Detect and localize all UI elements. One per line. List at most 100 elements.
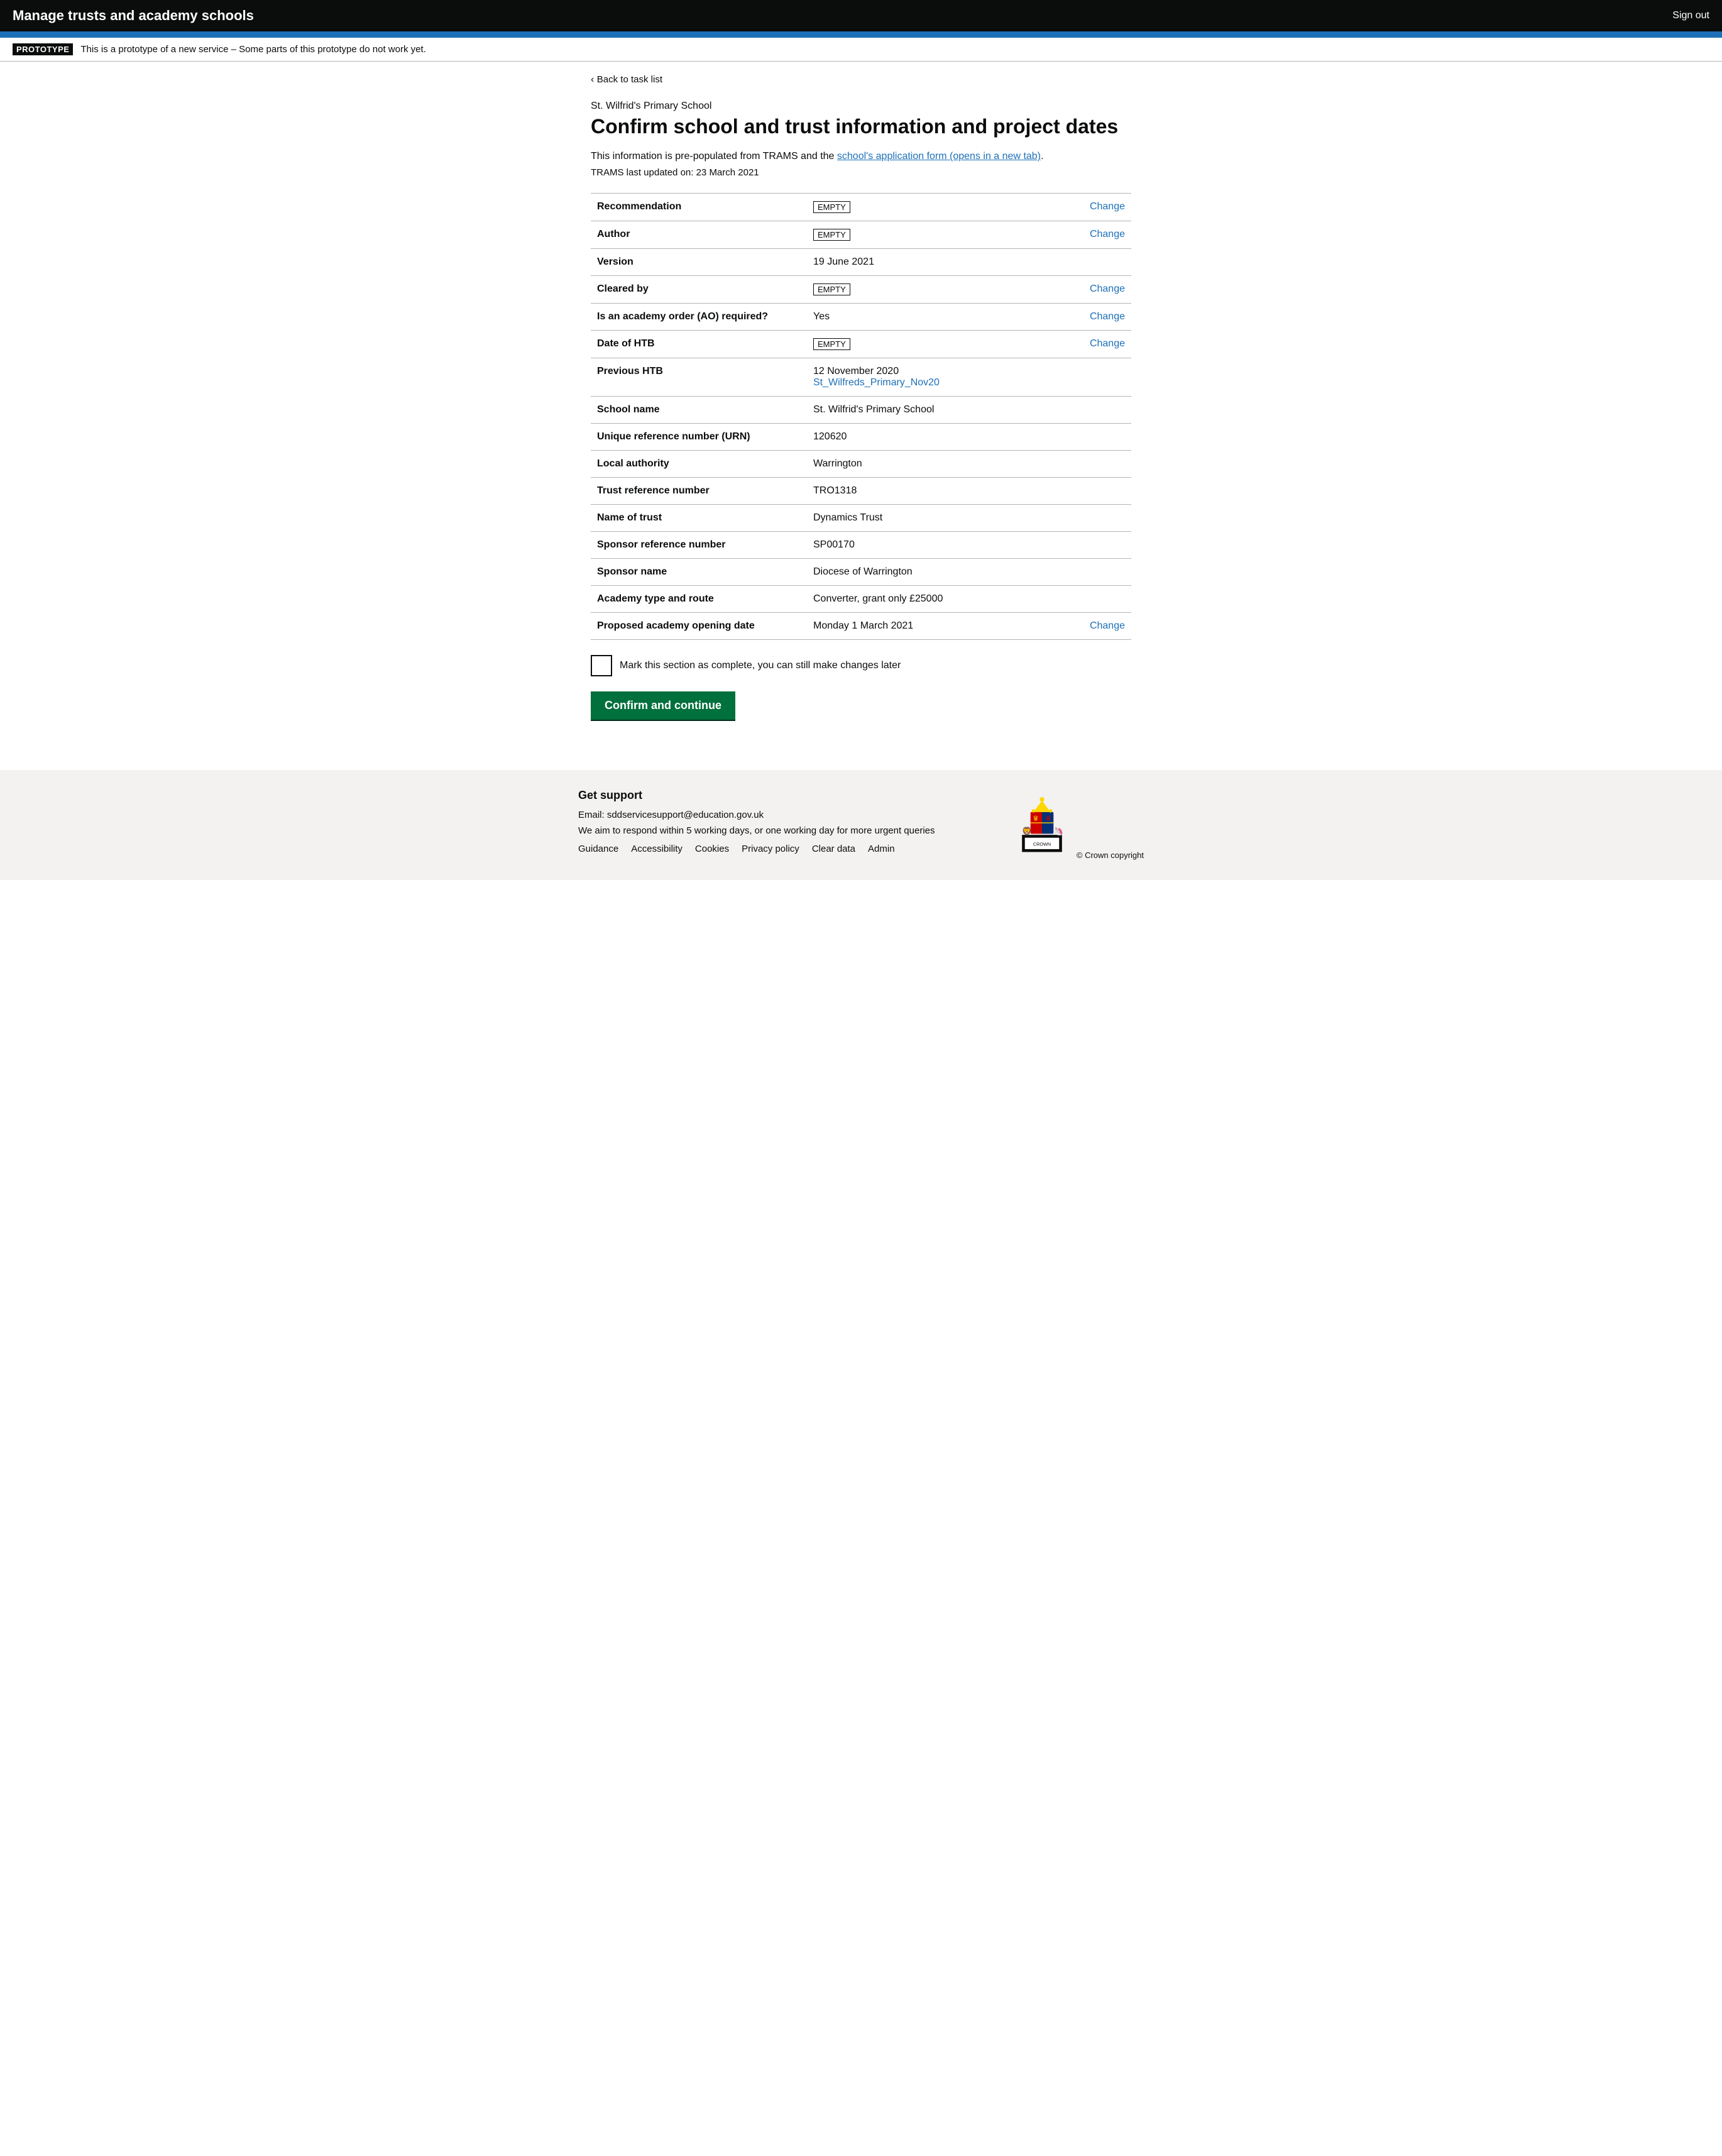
support-email[interactable]: sddservicesupport@education.gov.uk [607,810,764,820]
footer-link[interactable]: Clear data [812,844,855,854]
support-heading: Get support [578,789,935,802]
complete-checkbox-section: Mark this section as complete, you can s… [591,655,1131,676]
school-name-label: St. Wilfrid's Primary School [591,101,1131,112]
table-row: Version19 June 2021 [591,249,1131,276]
footer-link[interactable]: Guidance [578,844,618,854]
row-label: Version [591,249,807,276]
row-label: Unique reference number (URN) [591,424,807,451]
complete-checkbox[interactable] [591,655,612,676]
svg-text:🦁: 🦁 [1023,827,1033,836]
prototype-message: This is a prototype of a new service – S… [80,44,425,55]
row-value: Diocese of Warrington [807,559,1050,586]
row-action [1050,397,1131,424]
table-row: Academy type and routeConverter, grant o… [591,586,1131,613]
change-link[interactable]: Change [1090,311,1125,322]
change-link[interactable]: Change [1090,229,1125,239]
table-row: AuthorEMPTYChange [591,221,1131,249]
row-action [1050,451,1131,478]
header: Manage trusts and academy schools Sign o… [0,0,1722,31]
previous-htb-link[interactable]: St_Wilfreds_Primary_Nov20 [813,377,1044,388]
row-value: EMPTY [807,276,1050,304]
svg-text:♛: ♛ [1033,815,1039,823]
table-row: Trust reference numberTRO1318 [591,478,1131,505]
svg-text:♛: ♛ [1046,815,1052,823]
main-content: Back to task list St. Wilfrid's Primary … [578,62,1144,745]
row-action [1050,424,1131,451]
row-label: Date of HTB [591,331,807,358]
row-label: Local authority [591,451,807,478]
change-link[interactable]: Change [1090,620,1125,631]
table-row: School nameSt. Wilfrid's Primary School [591,397,1131,424]
row-action [1050,358,1131,397]
back-link[interactable]: Back to task list [591,74,662,85]
empty-badge: EMPTY [813,229,850,241]
blue-bar [0,31,1722,38]
row-label: Name of trust [591,505,807,532]
table-row: Local authorityWarrington [591,451,1131,478]
row-action [1050,249,1131,276]
empty-badge: EMPTY [813,338,850,350]
row-value: EMPTY [807,331,1050,358]
crown-logo-section: CROWN ♛ ♛ 🦁 🦄 © Crown copyright [1011,789,1144,861]
info-text-before: This information is pre-populated from T… [591,151,837,162]
footer-link[interactable]: Admin [868,844,895,854]
table-row: Sponsor nameDiocese of Warrington [591,559,1131,586]
table-row: Name of trustDynamics Trust [591,505,1131,532]
row-value: TRO1318 [807,478,1050,505]
row-action[interactable]: Change [1050,276,1131,304]
row-label: Sponsor name [591,559,807,586]
footer-link[interactable]: Privacy policy [742,844,799,854]
change-link[interactable]: Change [1090,338,1125,349]
row-label: Trust reference number [591,478,807,505]
row-label: Is an academy order (AO) required? [591,304,807,331]
row-action[interactable]: Change [1050,304,1131,331]
change-link[interactable]: Change [1090,283,1125,294]
svg-text:🦄: 🦄 [1054,827,1064,836]
row-action[interactable]: Change [1050,221,1131,249]
row-action [1050,505,1131,532]
header-title: Manage trusts and academy schools [13,8,254,24]
row-value: 12 November 2020St_Wilfreds_Primary_Nov2… [807,358,1050,397]
footer-links: Guidance Accessibility Cookies Privacy poli… [578,844,935,854]
row-value: Converter, grant only £25000 [807,586,1050,613]
row-value: EMPTY [807,221,1050,249]
row-action [1050,559,1131,586]
row-value: EMPTY [807,194,1050,221]
crown-logo-icon: CROWN ♛ ♛ 🦁 🦄 [1011,789,1073,858]
row-action[interactable]: Change [1050,331,1131,358]
change-link[interactable]: Change [1090,201,1125,212]
row-action[interactable]: Change [1050,194,1131,221]
footer: Get support Email: sddservicesupport@edu… [0,770,1722,880]
row-label: Cleared by [591,276,807,304]
footer-link[interactable]: Accessibility [631,844,683,854]
table-row: Unique reference number (URN)120620 [591,424,1131,451]
row-action[interactable]: Change [1050,613,1131,640]
footer-link[interactable]: Cookies [695,844,729,854]
table-row: Sponsor reference numberSP00170 [591,532,1131,559]
row-action [1050,532,1131,559]
row-action [1050,478,1131,505]
info-text-after: . [1041,151,1043,162]
footer-response-text: We aim to respond within 5 working days,… [578,825,935,836]
school-application-link[interactable]: school's application form (opens in a ne… [837,151,1041,162]
row-label: Proposed academy opening date [591,613,807,640]
table-row: Is an academy order (AO) required?YesCha… [591,304,1131,331]
row-action [1050,586,1131,613]
info-text: This information is pre-populated from T… [591,151,1131,162]
table-row: Previous HTB12 November 2020St_Wilfreds_… [591,358,1131,397]
table-row: Date of HTB EMPTY Change [591,331,1131,358]
checkbox-label: Mark this section as complete, you can s… [620,660,901,671]
row-label: Academy type and route [591,586,807,613]
footer-email-line: Email: sddservicesupport@education.gov.u… [578,810,935,820]
row-label: Sponsor reference number [591,532,807,559]
trams-updated: TRAMS last updated on: 23 March 2021 [591,167,1131,178]
row-value: Dynamics Trust [807,505,1050,532]
confirm-button[interactable]: Confirm and continue [591,691,735,720]
summary-table: RecommendationEMPTYChangeAuthorEMPTYChan… [591,193,1131,640]
row-value: Monday 1 March 2021 [807,613,1050,640]
row-label: Previous HTB [591,358,807,397]
table-row: RecommendationEMPTYChange [591,194,1131,221]
signout-button[interactable]: Sign out [1672,10,1709,21]
row-label: School name [591,397,807,424]
row-value: Warrington [807,451,1050,478]
